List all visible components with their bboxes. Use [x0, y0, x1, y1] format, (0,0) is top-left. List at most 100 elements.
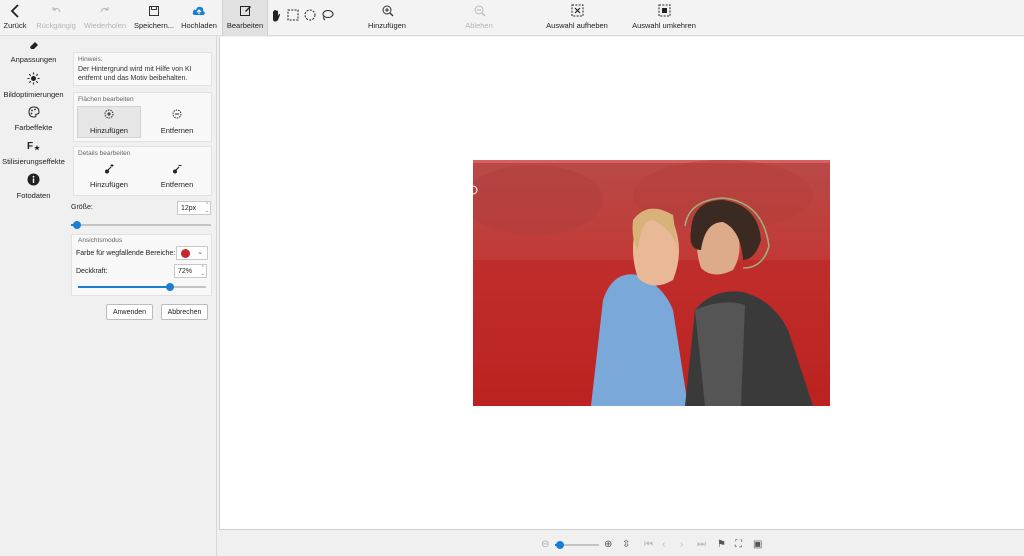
areas-title: Flächen bearbeiten — [78, 96, 134, 103]
status-bar: ⊖ ⊕ ⇳ ⏮ ‹ › ⏭ ⚑ ⛶ ▣ — [219, 531, 1024, 556]
top-toolbar: Zurück Rückgängig Wiederholen Speichern.… — [0, 0, 1024, 36]
details-remove-button[interactable]: Entfernen — [145, 160, 209, 192]
size-slider-knob[interactable] — [73, 221, 81, 229]
spinner-arrows-icon: ⌃ ⌄ — [204, 202, 209, 214]
edit-icon — [239, 3, 252, 18]
opacity-label: Deckkraft: — [76, 268, 108, 275]
ellipse-select-icon[interactable] — [304, 9, 316, 23]
spinner-arrows-icon: ⌃ ⌄ — [200, 265, 205, 277]
remove-button[interactable]: Ablehen — [460, 0, 498, 36]
hint-text: Der Hintergrund wird mit Hilfe von KI en… — [78, 66, 192, 82]
fine-brush-remove-icon — [172, 163, 183, 176]
details-add-button[interactable]: Hinzufügen — [77, 160, 141, 192]
undo-label: Rückgängig — [36, 21, 76, 30]
bookmark-icon[interactable]: ⚑ — [717, 539, 726, 550]
fine-brush-add-icon — [104, 163, 115, 176]
size-spinner[interactable]: 12px ⌃ ⌄ — [177, 201, 211, 215]
hand-icon[interactable] — [271, 9, 281, 24]
sun-icon — [27, 72, 40, 87]
nav-item-color-effects[interactable]: Farbeffekte — [0, 106, 67, 132]
redo-icon — [99, 3, 111, 18]
left-nav: Anpassungen Bildoptimierungen Farbeffekt… — [0, 36, 67, 556]
details-remove-label: Entfernen — [160, 180, 194, 189]
apply-button[interactable]: Anwenden — [106, 304, 153, 320]
deselect-icon — [571, 3, 584, 18]
palette-icon — [27, 106, 40, 120]
chevron-left-icon — [10, 3, 20, 18]
nav-label: Stilisierungseffekte — [2, 157, 65, 166]
details-add-label: Hinzufügen — [90, 180, 128, 189]
areas-add-label: Hinzufügen — [90, 126, 128, 135]
nav-item-adjustments[interactable]: Anpassungen — [0, 40, 67, 64]
hint-title: Hinweis: — [78, 56, 103, 63]
zoom-slider[interactable] — [555, 541, 599, 549]
edit-button[interactable]: Bearbeiten — [222, 0, 268, 36]
hint-section: Hinweis: Der Hintergrund wird mit Hilfe … — [73, 52, 212, 86]
cancel-label: Abbrechen — [167, 308, 202, 316]
brush-remove-icon — [172, 109, 183, 122]
zoom-slider-knob[interactable] — [556, 541, 564, 549]
overlay-color-picker[interactable]: ⌄ — [176, 246, 208, 260]
overlay-color-label: Farbe für wegfallende Bereiche: — [76, 250, 176, 257]
opacity-spinner[interactable]: 72% ⌃ ⌄ — [174, 264, 207, 278]
redo-button[interactable]: Wiederholen — [82, 0, 128, 36]
apply-label: Anwenden — [112, 308, 147, 316]
deselect-button[interactable]: Auswahl aufheben — [546, 0, 608, 36]
zoom-in-icon[interactable]: ⊕ — [604, 539, 612, 550]
upload-button[interactable]: Hochladen — [181, 0, 217, 36]
nav-item-photo-data[interactable]: Fotodaten — [0, 173, 67, 200]
invert-selection-label: Auswahl umkehren — [632, 21, 696, 30]
size-slider[interactable] — [71, 221, 211, 229]
fit-icon[interactable]: ⇳ — [622, 539, 630, 550]
zoom-out-icon[interactable]: ⊖ — [541, 539, 549, 550]
last-page-icon[interactable]: ⏭ — [697, 539, 706, 550]
edit-label: Bearbeiten — [226, 21, 264, 30]
nav-item-image-optimization[interactable]: Bildoptimierungen — [0, 72, 67, 99]
save-label: Speichern... — [133, 21, 175, 30]
details-section: Details bearbeiten Hinzufügen Entfernen — [73, 146, 212, 196]
edit-panel: Hinweis: Der Hintergrund wird mit Hilfe … — [67, 36, 217, 556]
cloud-upload-icon — [192, 3, 206, 18]
details-title: Details bearbeiten — [78, 150, 131, 157]
compare-icon[interactable]: ▣ — [753, 539, 762, 550]
cancel-button[interactable]: Abbrechen — [161, 304, 208, 320]
areas-add-button[interactable]: Hinzufügen — [77, 106, 141, 138]
nav-label: Bildoptimierungen — [3, 90, 64, 99]
add-button[interactable]: Hinzufügen — [366, 0, 408, 36]
opacity-slider-fill — [78, 286, 170, 288]
undo-icon — [50, 3, 62, 18]
back-button[interactable]: Zurück — [2, 0, 28, 36]
size-value: 12px — [181, 204, 197, 212]
next-page-icon[interactable]: › — [680, 539, 683, 550]
view-mode-section: Ansichtsmodus Farbe für wegfallende Bere… — [71, 234, 212, 296]
prev-page-icon[interactable]: ‹ — [662, 539, 665, 550]
lasso-icon[interactable] — [321, 9, 334, 24]
save-icon — [148, 3, 160, 18]
deselect-label: Auswahl aufheben — [546, 21, 608, 30]
opacity-slider-knob[interactable] — [166, 283, 174, 291]
add-label: Hinzufügen — [368, 21, 406, 30]
invert-selection-button[interactable]: Auswahl umkehren — [632, 0, 696, 36]
chevron-down-icon: ⌄ — [197, 249, 203, 256]
nav-label: Anpassungen — [10, 55, 57, 64]
areas-remove-button[interactable]: Entfernen — [145, 106, 209, 138]
opacity-value: 72% — [178, 267, 193, 275]
redo-label: Wiederholen — [83, 21, 127, 30]
areas-remove-label: Entfernen — [160, 126, 194, 135]
fullscreen-icon[interactable]: ⛶ — [735, 539, 742, 550]
nav-item-stylization-effects[interactable]: F Stilisierungseffekte — [0, 139, 67, 166]
rect-select-icon[interactable] — [287, 9, 299, 23]
first-page-icon[interactable]: ⏮ — [644, 539, 653, 550]
areas-section: Flächen bearbeiten Hinzufügen Entfernen — [73, 92, 212, 142]
undo-button[interactable]: Rückgängig — [36, 0, 76, 36]
color-swatch — [181, 249, 190, 258]
info-icon — [27, 173, 40, 188]
back-label: Zurück — [3, 21, 27, 30]
opacity-slider[interactable] — [78, 283, 206, 291]
nav-label: Farbeffekte — [14, 123, 53, 132]
brush-remove-icon — [473, 3, 486, 18]
remove-label: Ablehen — [465, 21, 493, 30]
eraser-icon — [28, 40, 40, 52]
photo-preview[interactable] — [473, 160, 830, 406]
save-button[interactable]: Speichern... — [134, 0, 174, 36]
